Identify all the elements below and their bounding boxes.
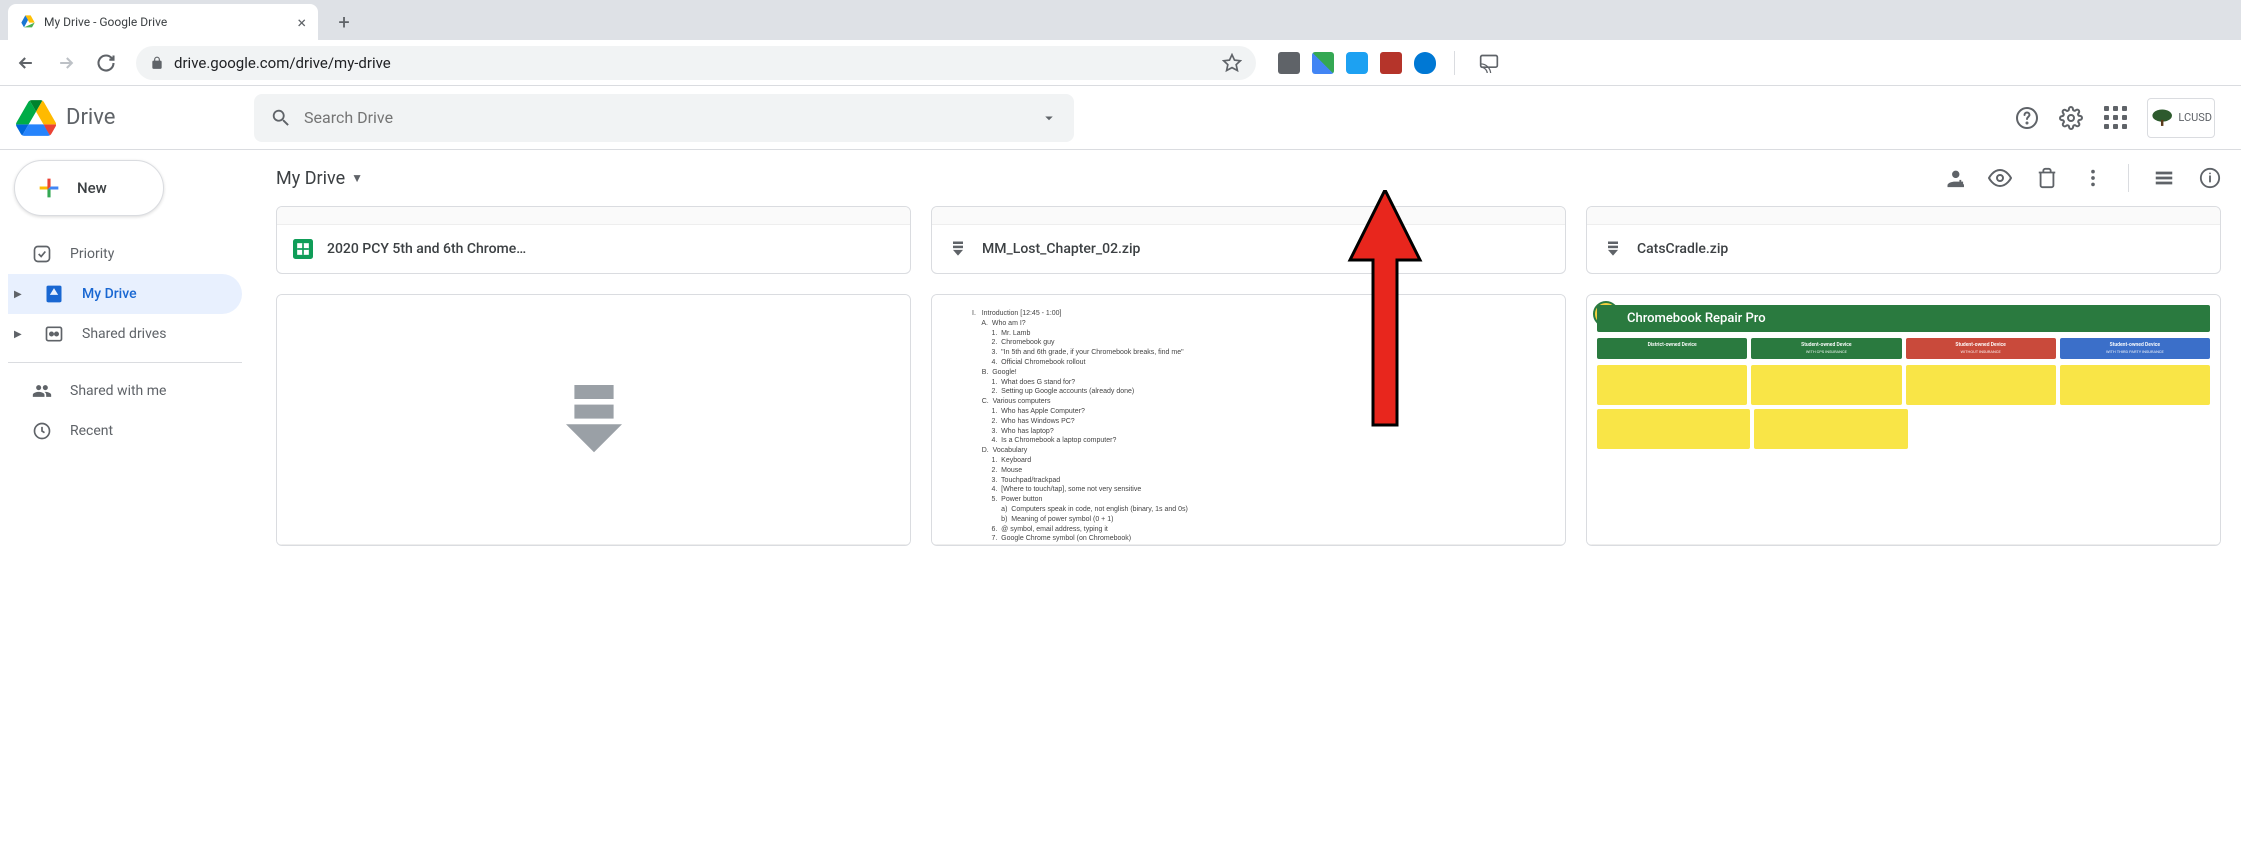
file-preview [1587, 207, 2220, 225]
sidebar-item-recent[interactable]: Recent [8, 411, 242, 451]
sidebar-item-shared-with-me[interactable]: Shared with me [8, 371, 242, 411]
search-input[interactable] [304, 108, 1028, 127]
preview-button[interactable] [1988, 166, 2012, 190]
device-category-box: Student-owned DeviceWITHOUT INSURANCE [1906, 338, 2056, 359]
more-actions-button[interactable] [2082, 167, 2104, 189]
sticky-note [1597, 409, 1750, 449]
settings-button[interactable] [2059, 106, 2083, 130]
back-button[interactable] [10, 47, 42, 79]
details-button[interactable] [2199, 167, 2221, 189]
sidebar-item-label: Priority [70, 246, 114, 262]
sidebar-item-label: Shared with me [70, 383, 166, 399]
sticky-note [1754, 409, 1907, 449]
address-bar[interactable]: drive.google.com/drive/my-drive [136, 46, 1256, 80]
sidebar-item-label: Shared drives [82, 326, 166, 342]
account-label: LCUSD [2178, 111, 2212, 124]
divider [8, 362, 242, 363]
list-view-button[interactable] [2153, 167, 2175, 189]
sidebar: New Priority ▶ My Drive ▶ Shared drives … [0, 150, 256, 848]
file-card[interactable]: 2020 PCY 5th and 6th Chrome… [276, 206, 911, 274]
file-preview [277, 295, 910, 545]
lock-icon [150, 56, 164, 70]
new-button-label: New [77, 179, 107, 197]
help-button[interactable] [2015, 106, 2039, 130]
content-toolbar: My Drive ▼ [256, 150, 2241, 206]
browser-toolbar: drive.google.com/drive/my-drive [0, 40, 2241, 86]
share-button[interactable] [1942, 167, 1964, 189]
apps-button[interactable] [2103, 106, 2127, 130]
header-actions: LCUSD [2015, 98, 2215, 138]
browser-tab-strip: My Drive - Google Drive × + [0, 0, 2241, 40]
chevron-right-icon[interactable]: ▶ [14, 289, 26, 300]
account-badge[interactable]: LCUSD [2147, 98, 2215, 138]
tree-icon [2150, 106, 2174, 130]
drive-logo[interactable]: Drive [16, 98, 246, 138]
main-content: My Drive ▼ 2020 PCY 5th and 6th Chrome… [256, 150, 2241, 848]
sidebar-item-shared-drives[interactable]: ▶ Shared drives [8, 314, 242, 354]
extension-icon-3[interactable] [1346, 52, 1368, 74]
zip-icon [1603, 239, 1623, 259]
device-category-box: District-owned Device [1597, 338, 1747, 359]
sticky-note [1751, 365, 1901, 405]
divider [1454, 51, 1455, 75]
plus-icon [35, 174, 63, 202]
search-bar[interactable] [254, 94, 1074, 142]
device-category-box: Student-owned DeviceWITH THIRD PARTY INS… [2060, 338, 2210, 359]
url-text: drive.google.com/drive/my-drive [174, 54, 1212, 72]
extension-icon-4[interactable] [1380, 52, 1402, 74]
extension-icon-2[interactable] [1312, 52, 1334, 74]
files-grid: 2020 PCY 5th and 6th Chrome… MM_Lost_Cha… [256, 206, 2241, 546]
reload-button[interactable] [90, 47, 122, 79]
breadcrumb-label: My Drive [276, 168, 345, 189]
sticky-note [2060, 365, 2210, 405]
slide-title: Chromebook Repair Pro [1597, 305, 2210, 332]
drive-logo-icon [16, 98, 56, 138]
file-card[interactable]: MM_Lost_Chapter_02.zip [931, 206, 1566, 274]
file-preview [932, 207, 1565, 225]
file-card[interactable]: I. Introduction [12:45 - 1:00] A. Who am… [931, 294, 1566, 546]
sidebar-item-label: My Drive [82, 286, 137, 302]
divider [2128, 164, 2129, 192]
drive-header: Drive LCUSD [0, 86, 2241, 150]
file-card[interactable]: CatsCradle.zip [1586, 206, 2221, 274]
search-dropdown-icon[interactable] [1040, 109, 1058, 127]
toolbar-actions [1942, 164, 2221, 192]
chevron-down-icon: ▼ [351, 171, 363, 185]
app-name: Drive [66, 105, 115, 130]
new-tab-button[interactable]: + [330, 8, 358, 36]
file-card[interactable] [276, 294, 911, 546]
sheets-icon [293, 239, 313, 259]
file-card[interactable]: Chromebook Repair Pro District-owned Dev… [1586, 294, 2221, 546]
trash-button[interactable] [2036, 167, 2058, 189]
extension-icon-5[interactable] [1414, 52, 1436, 74]
sidebar-item-label: Recent [70, 423, 113, 439]
forward-button[interactable] [50, 47, 82, 79]
zip-icon [948, 239, 968, 259]
new-button[interactable]: New [14, 160, 164, 216]
file-preview [277, 207, 910, 225]
download-arrow-icon [566, 385, 622, 455]
file-name: 2020 PCY 5th and 6th Chrome… [327, 241, 526, 257]
cast-icon[interactable] [1473, 47, 1505, 79]
sticky-note [1597, 365, 1747, 405]
sticky-note [1906, 365, 2056, 405]
file-preview: I. Introduction [12:45 - 1:00] A. Who am… [932, 295, 1565, 545]
file-name: CatsCradle.zip [1637, 241, 1728, 257]
close-tab-icon[interactable]: × [297, 13, 306, 32]
file-preview: Chromebook Repair Pro District-owned Dev… [1587, 295, 2220, 545]
sidebar-item-priority[interactable]: Priority [8, 234, 242, 274]
file-name: MM_Lost_Chapter_02.zip [982, 241, 1140, 257]
device-category-box: Student-owned DeviceWITH CPS INSURANCE [1751, 338, 1901, 359]
bookmark-star-icon[interactable] [1222, 53, 1242, 73]
extension-icon-1[interactable] [1278, 52, 1300, 74]
drive-favicon-icon [20, 14, 36, 30]
sidebar-item-mydrive[interactable]: ▶ My Drive [8, 274, 242, 314]
search-icon [270, 107, 292, 129]
tab-title: My Drive - Google Drive [44, 15, 289, 29]
browser-tab[interactable]: My Drive - Google Drive × [8, 4, 318, 40]
breadcrumb[interactable]: My Drive ▼ [276, 168, 363, 189]
chevron-right-icon[interactable]: ▶ [14, 329, 26, 340]
extension-icons [1278, 47, 1505, 79]
